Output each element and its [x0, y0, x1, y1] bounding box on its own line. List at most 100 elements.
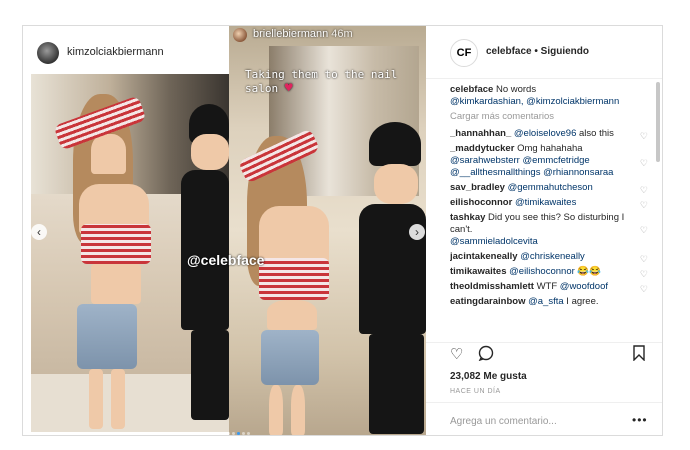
right-collage-panel: briellebiermann 46m Taking them to the n…	[229, 26, 426, 435]
caption-mentions[interactable]: @kimkardashian, @kimzolciakbiermann	[450, 96, 619, 107]
chevron-left-icon[interactable]: ‹	[31, 224, 47, 240]
comment-text: Omg hahahaha	[517, 143, 583, 154]
comment-mention[interactable]: @sarahwebsterr @emmcfetridge @__allthesm…	[450, 155, 613, 178]
heart-icon[interactable]: ♡	[640, 157, 648, 169]
comment-icon[interactable]	[478, 345, 494, 365]
comment-item: timikawaites @eilishoconnor 😂😂 ♡	[450, 266, 650, 280]
watermark: @celebface	[187, 252, 265, 268]
avatar	[37, 42, 59, 64]
carousel-dot	[247, 432, 250, 435]
boy-shorts	[191, 330, 229, 420]
carousel-dot-active	[237, 432, 240, 435]
comment-username[interactable]: jacintakeneally	[450, 251, 518, 262]
caption-username[interactable]: celebface	[450, 84, 493, 95]
comment-item: _hannahhan_ @eloiselove96 also this ♡	[450, 128, 650, 142]
carousel-dot	[222, 432, 225, 435]
carousel-dots	[221, 422, 251, 435]
likes-count[interactable]: 23,082 Me gusta	[450, 371, 527, 382]
comment-item: eilishoconnor @timikawaites ♡	[450, 197, 650, 211]
comment-mention[interactable]: @eilishoconnor	[509, 266, 575, 277]
avatar[interactable]: CF	[450, 39, 478, 67]
girl-leg-right	[111, 369, 125, 429]
carousel-dot	[227, 432, 230, 435]
heart-icon[interactable]: ♡	[640, 224, 648, 236]
comments-list: celebface No words @kimkardashian, @kimz…	[450, 84, 650, 356]
boy-face	[191, 134, 229, 170]
follow-status[interactable]: • Siguiendo	[534, 46, 589, 57]
gingham-top	[81, 224, 151, 264]
caption-text: No words	[495, 84, 537, 95]
denim-shorts	[77, 304, 137, 369]
post-header: CF celebface • Siguiendo	[426, 26, 662, 79]
post-timestamp: HACE UN DÍA	[450, 388, 501, 395]
avatar	[233, 28, 247, 42]
comment-username[interactable]: sav_bradley	[450, 182, 505, 193]
comment-username[interactable]: _hannahhan_	[450, 128, 511, 139]
comment-item: theoldmisshamlett WTF @woofdoof ♡	[450, 281, 650, 295]
comment-username[interactable]: _maddytucker	[450, 143, 514, 154]
girl-midriff	[91, 264, 141, 304]
comment-text: I agree.	[563, 296, 599, 307]
carousel-dot	[232, 432, 235, 435]
story-username: briellebiermann 46m	[253, 28, 353, 40]
comment-username[interactable]: eatingdarainbow	[450, 296, 525, 307]
comment-username[interactable]: tashkay	[450, 212, 485, 223]
boy-face	[374, 164, 418, 204]
comment-mention[interactable]: @sammieladolcevita	[450, 236, 538, 247]
comment-mention[interactable]: @gemmahutcheson	[508, 182, 593, 193]
heart-icon[interactable]: ♡	[640, 253, 648, 265]
scrollbar[interactable]	[656, 82, 660, 162]
heart-icon[interactable]: ♡	[640, 283, 648, 295]
comment-username[interactable]: theoldmisshamlett	[450, 281, 534, 292]
account-line: celebface • Siguiendo	[486, 46, 589, 57]
more-options-icon[interactable]: •••	[632, 413, 648, 427]
heart-icon[interactable]: ♡	[450, 345, 463, 363]
girl-midriff	[267, 300, 317, 330]
account-name[interactable]: celebface	[486, 46, 532, 57]
post-sidebar: CF celebface • Siguiendo celebface No wo…	[426, 26, 662, 435]
heart-icon[interactable]: ♡	[640, 199, 648, 211]
comment-item: eatingdarainbow @a_sfta I agree.	[450, 296, 650, 308]
gingham-top	[259, 258, 329, 300]
comment-text: WTF	[536, 281, 560, 292]
girl-face	[91, 134, 126, 174]
load-more-comments[interactable]: Cargar más comentarios	[450, 111, 650, 123]
heart-icon[interactable]: ♡	[640, 184, 648, 196]
bookmark-icon[interactable]	[632, 345, 646, 365]
comment-text: 😂😂	[574, 266, 602, 277]
heart-icon[interactable]: ♡	[640, 130, 648, 142]
heart-emoji-icon: ♥	[284, 81, 293, 96]
comment-mention[interactable]: @eloiselove96	[514, 128, 576, 139]
girl-leg-left	[269, 385, 283, 435]
heart-icon[interactable]: ♡	[640, 268, 648, 280]
post-media[interactable]: kimzolciakbiermann ‹ briellebiermann 46m…	[23, 26, 426, 435]
chevron-right-icon[interactable]: ›	[409, 224, 425, 240]
comment-mention[interactable]: @timikawaites	[515, 197, 576, 208]
comment-mention[interactable]: @woofdoof	[560, 281, 608, 292]
comment-item: sav_bradley @gemmahutcheson ♡	[450, 182, 650, 196]
boy-shirt	[181, 170, 229, 330]
carousel-dot	[242, 432, 245, 435]
girl-leg-right	[291, 385, 305, 435]
left-panel-header: kimzolciakbiermann	[23, 26, 229, 74]
girl-shoulders	[259, 206, 329, 266]
boy-cap	[369, 122, 421, 166]
comment-item: tashkay Did you see this? So disturbing …	[450, 212, 650, 248]
comment-mention[interactable]: @chriskeneally	[520, 251, 585, 262]
denim-shorts	[261, 330, 319, 385]
girl-leg-left	[89, 369, 103, 429]
comment-text: also this	[576, 128, 614, 139]
left-panel-username: kimzolciakbiermann	[67, 46, 164, 58]
left-collage-panel: kimzolciakbiermann ‹	[23, 26, 229, 435]
comment-item: jacintakeneally @chriskeneally ♡	[450, 251, 650, 265]
story-caption: Taking them to the nail salon ♥	[245, 68, 398, 96]
comment-item: _maddytucker Omg hahahaha @sarahwebsterr…	[450, 143, 650, 179]
boy-shorts	[369, 334, 424, 434]
comment-mention[interactable]: @a_sfta	[528, 296, 564, 307]
add-comment-bar: Agrega un comentario... •••	[426, 402, 662, 435]
caption: celebface No words @kimkardashian, @kimz…	[450, 84, 650, 108]
comment-username[interactable]: timikawaites	[450, 266, 507, 277]
action-bar: ♡	[426, 342, 662, 365]
add-comment-input[interactable]: Agrega un comentario...	[450, 416, 557, 427]
comment-username[interactable]: eilishoconnor	[450, 197, 512, 208]
